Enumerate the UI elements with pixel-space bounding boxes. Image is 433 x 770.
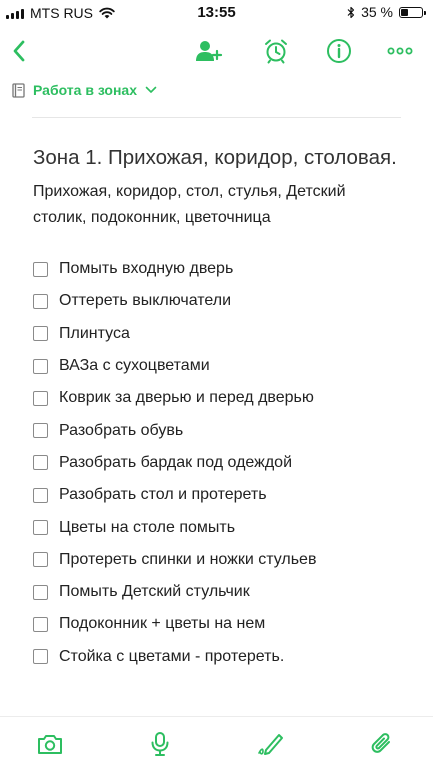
checklist: Помыть входную дверь Оттереть выключатели… <box>33 253 403 673</box>
notebook-selector[interactable]: Работа в зонах <box>12 82 157 98</box>
checklist-item-text[interactable]: Коврик за дверью и перед дверью <box>59 389 314 407</box>
checklist-item-text[interactable]: Цветы на столе помыть <box>59 519 235 537</box>
info-icon <box>327 39 351 63</box>
audio-button[interactable] <box>143 727 177 761</box>
checklist-item-text[interactable]: Разобрать обувь <box>59 422 183 440</box>
checkbox[interactable] <box>33 423 48 439</box>
add-person-icon <box>196 41 223 61</box>
checklist-item: Стойка с цветами - протереть. <box>33 641 403 673</box>
checklist-item-text[interactable]: Подоконник + цветы на нем <box>59 615 265 633</box>
checklist-item: Плинтуса <box>33 318 403 350</box>
battery-percent: 35 % <box>361 4 393 20</box>
checkbox[interactable] <box>33 455 48 471</box>
checklist-item-text[interactable]: Оттереть выключатели <box>59 292 231 310</box>
notebook-icon <box>12 82 25 98</box>
alarm-clock-icon <box>265 39 287 64</box>
microphone-icon <box>151 732 169 756</box>
battery-fill <box>401 8 408 16</box>
checklist-item: Подоконник + цветы на нем <box>33 608 403 640</box>
handwriting-button[interactable] <box>254 727 288 761</box>
checklist-item-text[interactable]: Помыть входную дверь <box>59 260 233 278</box>
share-button[interactable] <box>192 34 226 68</box>
checklist-item: Цветы на столе помыть <box>33 511 403 543</box>
checkbox[interactable] <box>33 358 48 374</box>
checklist-item: Помыть входную дверь <box>33 253 403 285</box>
checklist-item: ВАЗа с сухоцветами <box>33 350 403 382</box>
header-divider <box>32 117 401 118</box>
checklist-item: Оттереть выключатели <box>33 285 403 317</box>
checkbox[interactable] <box>33 520 48 536</box>
status-bar: MTS RUS 13:55 35 % <box>0 0 433 26</box>
info-button[interactable] <box>322 34 356 68</box>
battery-icon <box>399 6 426 18</box>
reminder-button[interactable] <box>259 34 293 68</box>
checklist-item: Разобрать стол и протереть <box>33 479 403 511</box>
camera-button[interactable] <box>33 727 67 761</box>
checkbox[interactable] <box>33 649 48 665</box>
checklist-item: Помыть Детский стульчик <box>33 576 403 608</box>
checklist-item-text[interactable]: Стойка с цветами - протереть. <box>59 648 284 666</box>
chevron-left-icon <box>13 40 25 62</box>
note-description[interactable]: Прихожая, коридор, стол, стулья, Детский… <box>33 179 403 231</box>
checkbox[interactable] <box>33 487 48 503</box>
notebook-name: Работа в зонах <box>33 82 138 98</box>
checklist-item: Разобрать бардак под одеждой <box>33 447 403 479</box>
checklist-item-text[interactable]: Разобрать стол и протереть <box>59 486 267 504</box>
checkbox[interactable] <box>33 326 48 342</box>
camera-icon <box>38 735 62 754</box>
checkbox[interactable] <box>33 293 48 309</box>
attachment-button[interactable] <box>365 727 399 761</box>
checkbox[interactable] <box>33 261 48 277</box>
checklist-item: Разобрать обувь <box>33 414 403 446</box>
checklist-item-text[interactable]: Плинтуса <box>59 325 130 343</box>
bottom-toolbar <box>0 717 433 770</box>
more-button[interactable] <box>383 34 417 68</box>
checklist-item-text[interactable]: ВАЗа с сухоцветами <box>59 357 210 375</box>
note-title[interactable]: Зона 1. Прихожая, коридор, столовая. <box>33 145 403 171</box>
checklist-item: Коврик за дверью и перед дверью <box>33 382 403 414</box>
checkbox[interactable] <box>33 584 48 600</box>
nav-bar <box>0 26 433 74</box>
paperclip-icon <box>371 733 390 753</box>
checkbox[interactable] <box>33 616 48 632</box>
checklist-item-text[interactable]: Помыть Детский стульчик <box>59 583 250 601</box>
pen-handwriting-icon <box>258 734 283 755</box>
checkbox[interactable] <box>33 552 48 568</box>
checklist-item-text[interactable]: Разобрать бардак под одеждой <box>59 454 292 472</box>
back-button[interactable] <box>2 34 36 68</box>
chevron-down-icon <box>145 86 157 93</box>
status-right: 35 % <box>347 4 426 20</box>
checkbox[interactable] <box>33 390 48 406</box>
checklist-item: Протереть спинки и ножки стульев <box>33 544 403 576</box>
bluetooth-icon <box>347 6 355 18</box>
note-content[interactable]: Зона 1. Прихожая, коридор, столовая. При… <box>33 145 403 673</box>
more-icon <box>387 47 413 55</box>
checklist-item-text[interactable]: Протереть спинки и ножки стульев <box>59 551 316 569</box>
